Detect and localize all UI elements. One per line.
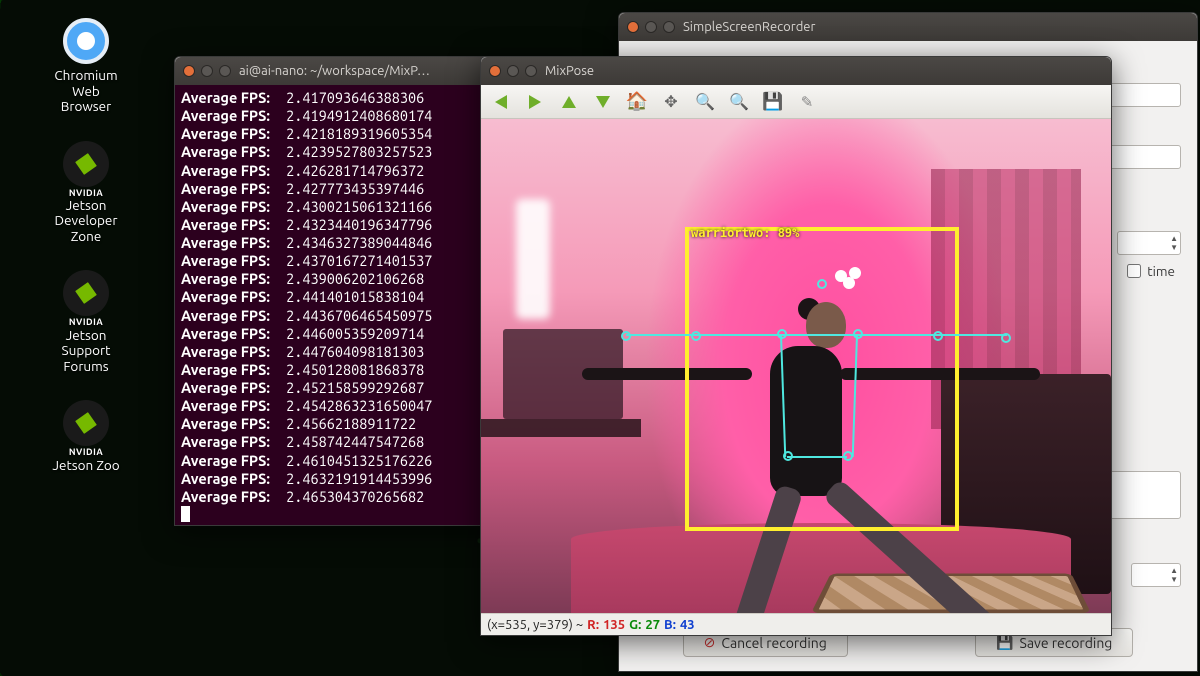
save-icon[interactable]: 💾: [763, 92, 783, 112]
spin-field[interactable]: ▲▼: [1117, 231, 1181, 255]
limb: [787, 456, 847, 458]
window-title: SimpleScreenRecorder: [683, 20, 815, 34]
nav-forward-icon[interactable]: [525, 92, 545, 112]
limb: [781, 334, 857, 336]
window-title: MixPose: [545, 64, 594, 78]
maximize-button[interactable]: [219, 65, 231, 77]
status-coords: (x=535, y=379) ~: [487, 614, 583, 635]
button-label: Cancel recording: [721, 635, 826, 651]
nav-up-icon[interactable]: [559, 92, 579, 112]
checkbox-time[interactable]: time: [1127, 263, 1175, 279]
chromium-icon: [63, 18, 109, 64]
nvidia-icon: [63, 400, 109, 446]
viewer-statusbar: (x=535, y=379) ~ R:135 G:27 B:43: [481, 613, 1111, 635]
scene-lightglow: [516, 199, 550, 319]
minimize-button[interactable]: [201, 65, 213, 77]
desktop-icon-jetson-zoo[interactable]: NVIDIA Jetson Zoo: [26, 400, 146, 473]
keypoint-ear: [817, 279, 827, 289]
minimize-button[interactable]: [507, 65, 519, 77]
nvidia-icon: [63, 270, 109, 316]
status-g: 27: [645, 614, 660, 635]
checkbox-input[interactable]: [1127, 264, 1141, 278]
button-label: Save recording: [1019, 635, 1112, 651]
desktop-icon-label: Jetson Developer Zone: [55, 198, 118, 245]
status-b: 43: [680, 614, 695, 635]
image-viewer[interactable]: warriortwo: 89%: [481, 119, 1111, 613]
desktop-icon-jetson-dev[interactable]: NVIDIA Jetson Developer Zone: [26, 141, 146, 245]
desktop-icon-label: Jetson Support Forums: [62, 328, 111, 375]
status-g-label: G:: [629, 614, 641, 635]
home-icon[interactable]: 🏠: [627, 92, 647, 112]
desktop-icons: Chromium Web Browser NVIDIA Jetson Devel…: [26, 18, 146, 473]
maximize-button[interactable]: [525, 65, 537, 77]
configure-icon[interactable]: ✎: [797, 92, 817, 112]
detection-label: warriortwo: 89%: [691, 227, 799, 239]
status-r: 135: [603, 614, 625, 635]
keypoint-nose: [843, 277, 855, 289]
scene-desk: [481, 419, 641, 437]
limb: [857, 334, 1007, 336]
save-icon: 💾: [996, 634, 1013, 651]
keypoint-wrist-l: [621, 331, 631, 341]
window-title: ai@ai-nano: ~/workspace/MixP…: [239, 64, 430, 78]
checkbox-label: time: [1147, 263, 1175, 279]
desktop-icon-label: Chromium Web Browser: [54, 68, 117, 115]
pan-icon[interactable]: ✥: [661, 92, 681, 112]
maximize-button[interactable]: [663, 21, 675, 33]
close-button[interactable]: [183, 65, 195, 77]
status-b-label: B:: [664, 614, 676, 635]
nav-down-icon[interactable]: [593, 92, 613, 112]
detection-bbox: [685, 227, 959, 531]
nav-back-icon[interactable]: [491, 92, 511, 112]
cancel-icon: ⊘: [704, 634, 716, 651]
desktop-icon-jetson-forum[interactable]: NVIDIA Jetson Support Forums: [26, 270, 146, 374]
keypoint-elbow-r: [933, 331, 943, 341]
close-button[interactable]: [627, 21, 639, 33]
desktop-icon-label: Jetson Zoo: [52, 458, 119, 474]
titlebar[interactable]: SimpleScreenRecorder: [619, 13, 1197, 41]
nvidia-icon: [63, 141, 109, 187]
close-button[interactable]: [489, 65, 501, 77]
zoom-out-icon[interactable]: 🔍: [695, 92, 715, 112]
keypoint-elbow-l: [691, 331, 701, 341]
spin-field[interactable]: ▲▼: [1131, 563, 1181, 587]
titlebar[interactable]: MixPose: [481, 57, 1111, 85]
window-mixpose[interactable]: MixPose 🏠 ✥ 🔍 🔍 💾 ✎ warriortwo: 89%: [480, 56, 1112, 636]
minimize-button[interactable]: [645, 21, 657, 33]
zoom-in-icon[interactable]: 🔍: [729, 92, 749, 112]
status-r-label: R:: [587, 614, 599, 635]
viewer-toolbar: 🏠 ✥ 🔍 🔍 💾 ✎: [481, 85, 1111, 119]
limb: [626, 334, 781, 336]
desktop-icon-chromium[interactable]: Chromium Web Browser: [26, 18, 146, 115]
